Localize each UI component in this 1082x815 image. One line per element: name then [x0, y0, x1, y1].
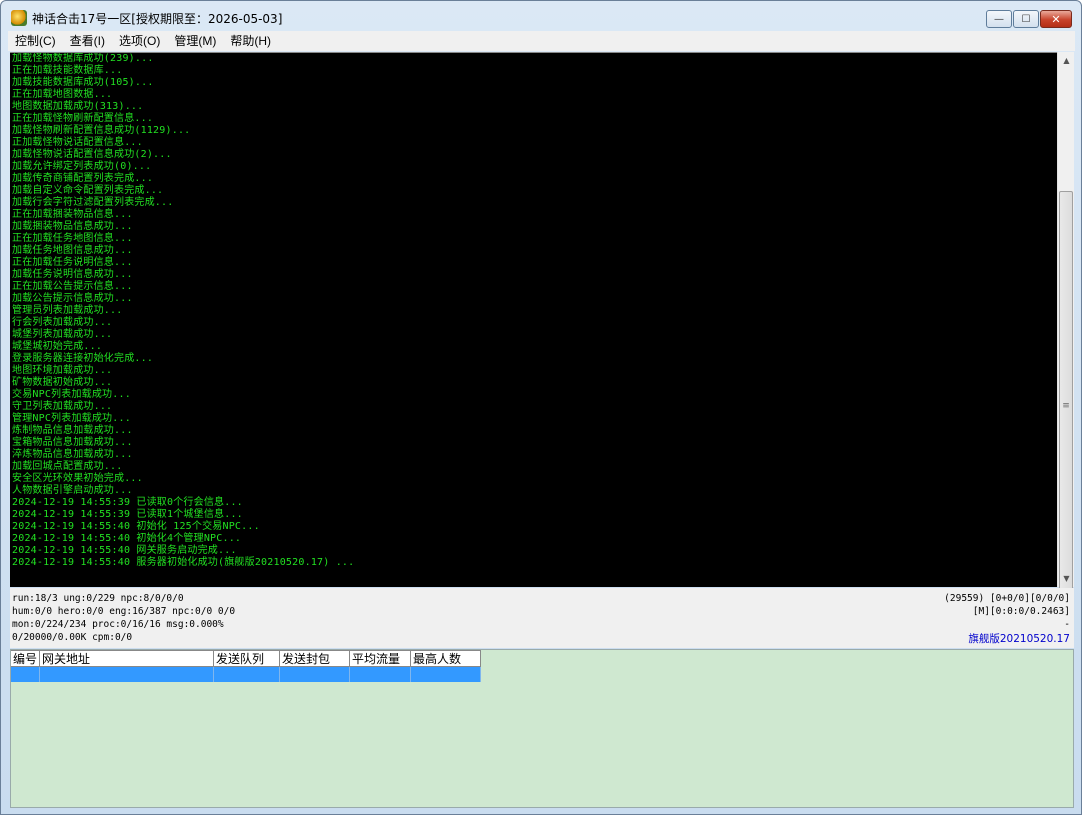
log-line: 城堡列表加载成功... — [12, 329, 113, 340]
stat-counters: (29559) [0+0/0][0/0/0] — [944, 593, 1070, 604]
col-gateway-address[interactable]: 网关地址 — [40, 650, 214, 667]
stat-traffic: 0/20000/0.00K cpm:0/0 — [12, 632, 133, 643]
log-line: 管理NPC列表加载成功... — [12, 413, 131, 424]
table-cell[interactable] — [350, 667, 411, 682]
table-cell[interactable] — [40, 667, 214, 682]
log-line: 2024-12-19 14:55:40 初始化4个管理NPC... — [12, 533, 242, 544]
menu-manage[interactable]: 管理(M) — [167, 31, 223, 51]
log-line: 加载怪物说话配置信息成功(2)... — [12, 149, 172, 160]
log-line: 管理员列表加载成功... — [12, 305, 123, 316]
menu-control[interactable]: 控制(C) — [8, 31, 63, 51]
menu-options[interactable]: 选项(O) — [112, 31, 167, 51]
log-line: 正在加载任务说明信息... — [12, 257, 133, 268]
log-line: 加载任务说明信息成功... — [12, 269, 133, 280]
log-line: 正在加载技能数据库... — [12, 65, 123, 76]
grid-header: 编号 网关地址 发送队列 发送封包 平均流量 最高人数 — [11, 650, 481, 667]
close-button[interactable]: ✕ — [1040, 10, 1072, 28]
log-line: 正在加载捆装物品信息... — [12, 209, 133, 220]
log-line: 宝箱物品信息加载成功... — [12, 437, 133, 448]
log-line: 人物数据引擎启动成功... — [12, 485, 133, 496]
log-line: 加载允许绑定列表成功(0)... — [12, 161, 152, 172]
version-label[interactable]: 旗舰版20210520.17 — [968, 631, 1070, 646]
table-cell[interactable] — [280, 667, 350, 682]
log-line: 正在加载任务地图信息... — [12, 233, 133, 244]
log-line: 正在加载怪物刷新配置信息... — [12, 113, 154, 124]
stat-mon: mon:0/224/234 proc:0/16/16 msg:0.000% — [12, 619, 224, 630]
gateway-grid[interactable]: 编号 网关地址 发送队列 发送封包 平均流量 最高人数 — [10, 649, 1074, 808]
table-cell[interactable] — [214, 667, 280, 682]
minimize-button[interactable]: — — [986, 10, 1012, 28]
log-line: 行会列表加载成功... — [12, 317, 113, 328]
col-max-users[interactable]: 最高人数 — [411, 650, 481, 667]
stat-run: run:18/3 ung:0/229 npc:8/0/0/0 — [12, 593, 184, 604]
log-line: 加载任务地图信息成功... — [12, 245, 133, 256]
log-line: 城堡城初始完成... — [12, 341, 103, 352]
log-line: 守卫列表加载成功... — [12, 401, 113, 412]
table-cell[interactable] — [411, 667, 481, 682]
log-console[interactable]: 加载怪物数据库成功(239)... 正在加载技能数据库... 加载技能数据库成功(1… — [10, 52, 1057, 587]
window-title: 神话合击17号一区[授权期限至：2026-05-03] — [32, 12, 283, 26]
log-line: 2024-12-19 14:55:39 已读取1个城堡信息... — [12, 509, 243, 520]
main-window: 神话合击17号一区[授权期限至：2026-05-03] — ☐ ✕ 控制(C) … — [0, 0, 1082, 815]
grip-icon: ≡ — [1062, 401, 1070, 411]
log-line: 正在加载公告提示信息... — [12, 281, 133, 292]
caption-buttons: — ☐ ✕ — [985, 10, 1072, 28]
table-row[interactable] — [11, 667, 481, 682]
log-line: 加载技能数据库成功(105)... — [12, 77, 154, 88]
stat-hum: hum:0/0 hero:0/0 eng:16/387 npc:0/0 0/0 — [12, 606, 236, 617]
col-avg-traffic[interactable]: 平均流量 — [350, 650, 411, 667]
log-line: 炼制物品信息加载成功... — [12, 425, 133, 436]
log-line: 加载传奇商铺配置列表完成... — [12, 173, 154, 184]
log-line: 地图数据加载成功(313)... — [12, 101, 144, 112]
log-line: 地图环境加载成功... — [12, 365, 113, 376]
log-line: 2024-12-19 14:55:40 网关服务启动完成... — [12, 545, 237, 556]
log-line: 2024-12-19 14:55:40 初始化 125个交易NPC... — [12, 521, 260, 532]
log-line: 矿物数据初始成功... — [12, 377, 113, 388]
log-line: 交易NPC列表加载成功... — [12, 389, 131, 400]
col-id[interactable]: 编号 — [11, 650, 40, 667]
log-line: 加载行会字符过滤配置列表完成... — [12, 197, 174, 208]
menu-view[interactable]: 查看(I) — [63, 31, 112, 51]
log-line: 加载怪物数据库成功(239)... — [12, 53, 154, 64]
log-line: 加载自定义命令配置列表完成... — [12, 185, 164, 196]
stat-dash: - — [1064, 619, 1070, 630]
table-cell[interactable] — [11, 667, 40, 682]
col-send-packets[interactable]: 发送封包 — [280, 650, 350, 667]
log-line: 登录服务器连接初始化完成... — [12, 353, 154, 364]
maximize-button[interactable]: ☐ — [1013, 10, 1039, 28]
log-line: 加载怪物刷新配置信息成功(1129)... — [12, 125, 191, 136]
log-line: 加载回城点配置成功... — [12, 461, 123, 472]
log-line: 正在加载地图数据... — [12, 89, 113, 100]
scroll-thumb[interactable]: ≡ — [1059, 191, 1073, 621]
menu-help[interactable]: 帮助(H) — [223, 31, 278, 51]
stat-m: [M][0:0:0/0.2463] — [972, 606, 1070, 617]
menu-bar: 控制(C) 查看(I) 选项(O) 管理(M) 帮助(H) — [8, 31, 1075, 51]
title-bar[interactable]: 神话合击17号一区[授权期限至：2026-05-03] — ☐ ✕ — [1, 1, 1081, 31]
status-panel: run:18/3 ung:0/229 npc:8/0/0/0 (29559) [… — [10, 588, 1074, 648]
log-line: 2024-12-19 14:55:40 服务器初始化成功(旗舰版20210520… — [12, 557, 355, 568]
scroll-up-arrow-icon[interactable]: ▲ — [1058, 52, 1075, 69]
log-line: 2024-12-19 14:55:39 已读取0个行会信息... — [12, 497, 243, 508]
log-line: 淬炼物品信息加载成功... — [12, 449, 133, 460]
app-icon[interactable] — [11, 10, 27, 26]
log-line: 安全区光环效果初始完成... — [12, 473, 143, 484]
console-scrollbar[interactable]: ▲ ≡ ▼ — [1057, 52, 1075, 621]
log-line: 正加载怪物说话配置信息... — [12, 137, 143, 148]
log-line: 加载捆装物品信息成功... — [12, 221, 133, 232]
log-line: 加载公告提示信息成功... — [12, 293, 133, 304]
scroll-down-arrow-icon[interactable]: ▼ — [1058, 570, 1075, 587]
col-send-queue[interactable]: 发送队列 — [214, 650, 280, 667]
